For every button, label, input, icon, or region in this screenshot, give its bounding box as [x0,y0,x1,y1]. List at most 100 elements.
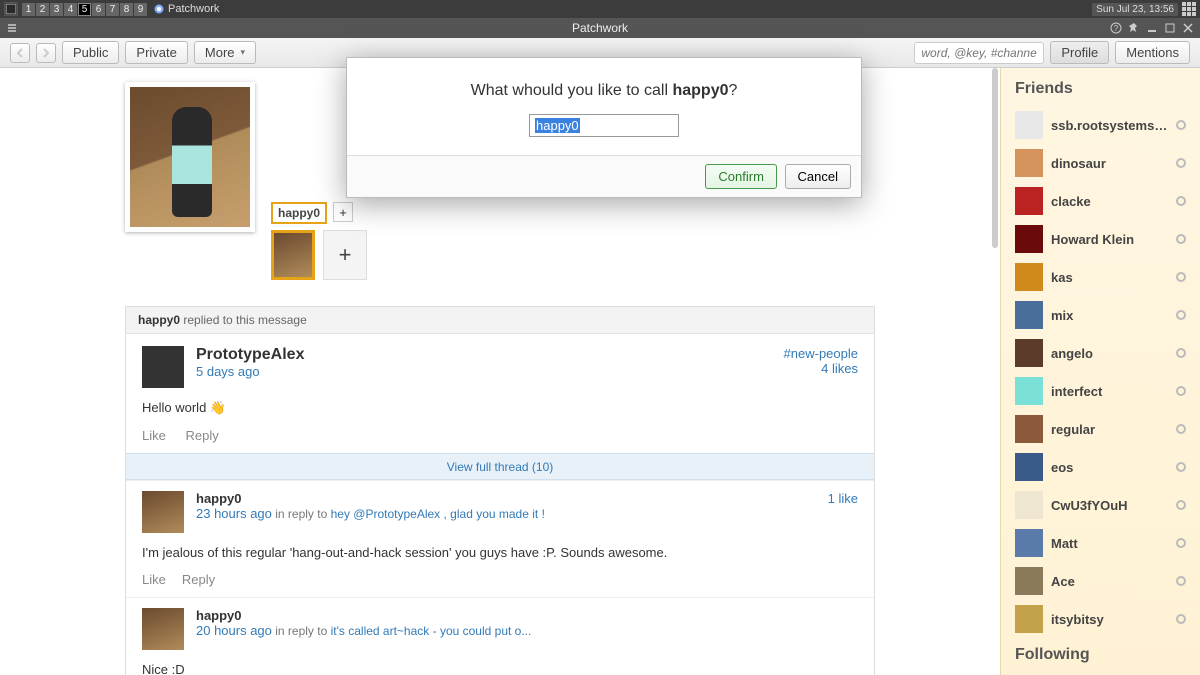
confirm-button[interactable]: Confirm [705,164,777,189]
taskbar-app[interactable]: Patchwork [153,3,219,15]
friend-name: mix [1051,308,1168,323]
feed-context-header: happy0 replied to this message [126,307,874,334]
help-icon[interactable]: ? [1110,22,1122,34]
view-thread-link[interactable]: View full thread (10) [447,460,554,474]
friend-item[interactable]: dinosaur [1001,144,1200,182]
more-label: More [205,45,235,60]
post-body: Nice :D [142,660,858,675]
workspace-3[interactable]: 3 [50,3,63,16]
window-menu-icon[interactable] [6,22,18,34]
search-input[interactable] [914,42,1044,64]
workspace-5[interactable]: 5 [78,3,91,16]
apps-grid-icon[interactable] [1182,2,1196,16]
patchwork-icon [153,3,165,15]
post-timestamp[interactable]: 5 days ago [196,364,772,379]
view-thread-bar[interactable]: View full thread (10) [126,453,874,480]
close-icon[interactable] [1182,22,1194,34]
minimize-icon[interactable] [1146,22,1158,34]
friend-item[interactable]: interfect [1001,372,1200,410]
tab-mentions[interactable]: Mentions [1115,41,1190,64]
friend-item[interactable]: eos [1001,448,1200,486]
friend-item[interactable]: Ace [1001,562,1200,600]
presence-icon [1176,272,1186,282]
pin-icon[interactable] [1128,22,1140,34]
more-menu[interactable]: More ▾ [194,41,256,64]
workspace-1[interactable]: 1 [22,3,35,16]
system-clock: Sun Jul 23, 13:56 [1092,3,1178,16]
post-author[interactable]: happy0 [196,491,816,506]
workspace-switcher[interactable]: 123456789 [22,3,147,16]
presence-icon [1176,234,1186,244]
reply-button[interactable]: Reply [185,428,218,443]
post-author[interactable]: happy0 [196,608,846,623]
friend-item[interactable]: Howard Klein [1001,220,1200,258]
chevron-left-icon [14,47,26,59]
avatar [1015,529,1043,557]
svg-text:?: ? [1114,24,1119,33]
avatar [1015,187,1043,215]
friend-item[interactable]: regular [1001,410,1200,448]
alias-input[interactable]: happy0 [529,114,679,137]
avatar [1015,605,1043,633]
friend-item[interactable]: kas [1001,258,1200,296]
friend-item[interactable]: itsybitsy [1001,600,1200,638]
reply-ref-link[interactable]: hey @PrototypeAlex , glad you made it ! [331,507,545,521]
maximize-icon[interactable] [1164,22,1176,34]
like-button[interactable]: Like [142,428,166,443]
activities-icon[interactable] [4,2,18,16]
in-reply-label: in reply to [272,624,331,638]
friend-name: kas [1051,270,1168,285]
feed: happy0 replied to this message Prototype… [125,306,875,675]
sidebar-section-friends: Friends [1001,80,1200,106]
forward-button[interactable] [36,43,56,63]
tab-public[interactable]: Public [62,41,119,64]
window-titlebar: Patchwork ? [0,18,1200,38]
alias-chip[interactable]: happy0 [271,202,327,224]
chevron-down-icon: ▾ [241,47,246,58]
post-timestamp[interactable]: 20 hours ago [196,623,272,638]
friend-item[interactable]: angelo [1001,334,1200,372]
friend-item[interactable]: clacke [1001,182,1200,220]
post-likes[interactable]: 4 likes [784,361,858,376]
post-author[interactable]: PrototypeAlex [196,346,772,364]
friend-name: Matt [1051,536,1168,551]
scrollbar-thumb[interactable] [992,68,998,248]
friend-name: itsybitsy [1051,612,1168,627]
presence-icon [1176,424,1186,434]
like-button[interactable]: Like [142,572,166,587]
reply-button[interactable]: Reply [182,572,215,587]
avatar-variant[interactable] [271,230,315,280]
avatar [1015,149,1043,177]
friend-name: Ace [1051,574,1168,589]
root-post: PrototypeAlex 5 days ago #new-people 4 l… [126,334,874,453]
post-likes[interactable]: 1 like [828,491,858,506]
workspace-4[interactable]: 4 [64,3,77,16]
presence-icon [1176,462,1186,472]
sidebar-section-following: Following [1001,646,1200,672]
reply-post: happy0 20 hours ago in reply to it's cal… [126,597,874,675]
tab-private[interactable]: Private [125,41,187,64]
post-timestamp[interactable]: 23 hours ago [196,506,272,521]
presence-icon [1176,310,1186,320]
tab-profile[interactable]: Profile [1050,41,1109,64]
avatar [1015,263,1043,291]
add-alias-button[interactable]: + [333,202,353,222]
workspace-9[interactable]: 9 [134,3,147,16]
avatar [1015,415,1043,443]
presence-icon [1176,500,1186,510]
friend-item[interactable]: CwU3fYOuH [1001,486,1200,524]
friend-item[interactable]: Matt [1001,524,1200,562]
workspace-2[interactable]: 2 [36,3,49,16]
add-avatar-button[interactable]: + [323,230,367,280]
workspace-8[interactable]: 8 [120,3,133,16]
post-channel[interactable]: #new-people [784,346,858,361]
reply-ref-link[interactable]: it's called art~hack - you could put o..… [331,624,532,638]
workspace-6[interactable]: 6 [92,3,105,16]
friend-item[interactable]: ssb.rootsystems.nz [1001,106,1200,144]
avatar [1015,301,1043,329]
avatar [142,608,184,650]
back-button[interactable] [10,43,30,63]
workspace-7[interactable]: 7 [106,3,119,16]
friend-item[interactable]: mix [1001,296,1200,334]
cancel-button[interactable]: Cancel [785,164,851,189]
